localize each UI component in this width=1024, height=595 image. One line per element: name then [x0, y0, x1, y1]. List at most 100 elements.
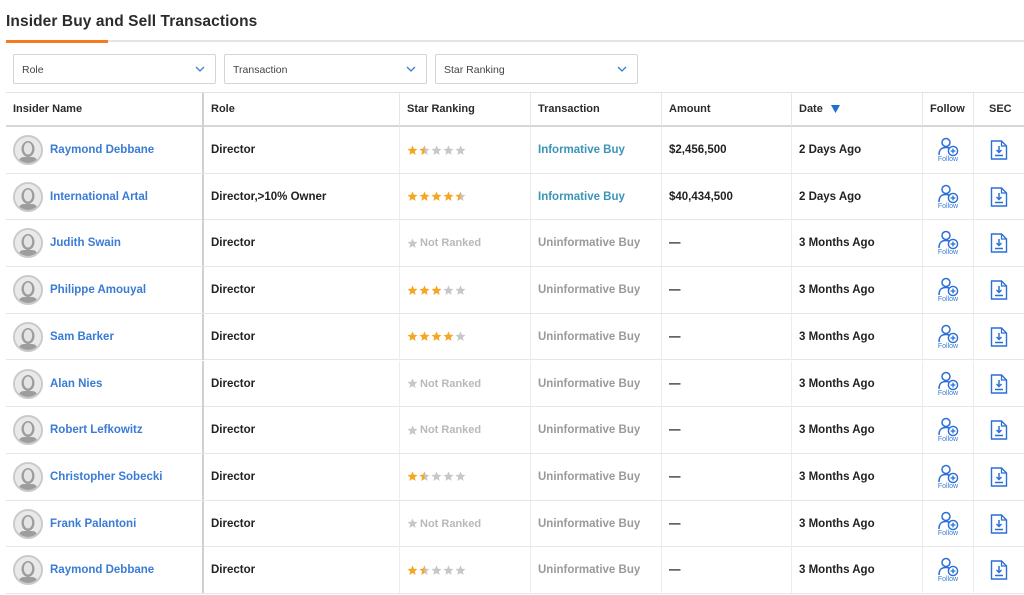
sec-filing-document-icon[interactable] — [990, 467, 1008, 487]
transaction-type-text: Uninformative Buy — [538, 377, 641, 390]
star-ranking-cell — [399, 267, 530, 314]
follow-button[interactable]: Follow — [937, 511, 959, 537]
sec-filing-document-icon[interactable] — [990, 280, 1008, 300]
follow-label: Follow — [937, 296, 959, 304]
role-cell: Director,>10% Owner — [202, 173, 399, 220]
not-ranked-indicator: Not Ranked — [407, 518, 481, 530]
follow-button[interactable]: Follow — [937, 371, 959, 397]
page-header: Insider Buy and Sell Transactions — [0, 0, 1024, 44]
follow-label: Follow — [937, 202, 959, 210]
column-header-insider-name[interactable]: Insider Name — [6, 93, 202, 126]
role-text: Director — [211, 237, 256, 250]
column-header-transaction[interactable]: Transaction — [530, 93, 661, 126]
star-ranking-cell — [399, 127, 530, 173]
amount-value: $2,456,500 — [669, 144, 727, 156]
insider-name-link[interactable]: Christopher Sobecki — [50, 471, 162, 483]
date-cell: 3 Months Ago — [791, 313, 922, 360]
date-cell: 3 Months Ago — [791, 360, 922, 407]
star-icon — [455, 471, 466, 482]
sort-down-triangle-icon[interactable] — [830, 105, 840, 114]
transaction-cell: Uninformative Buy — [530, 500, 661, 547]
date-value: 3 Months Ago — [799, 564, 875, 577]
follow-label: Follow — [937, 482, 959, 490]
title-divider — [6, 40, 1024, 42]
avatar — [13, 415, 43, 446]
person-placeholder-icon — [15, 183, 41, 210]
avatar — [13, 181, 43, 212]
follow-cell: Follow — [922, 220, 973, 267]
avatar — [13, 228, 43, 259]
role-text: Director — [211, 517, 256, 530]
sec-filing-document-icon[interactable] — [990, 560, 1008, 580]
date-cell: 3 Months Ago — [791, 547, 922, 594]
amount-cell: — — [661, 360, 791, 407]
star-icon — [431, 144, 442, 155]
column-header-role[interactable]: Role — [202, 93, 399, 126]
role-text: Director — [211, 330, 256, 343]
date-value: 3 Months Ago — [799, 284, 875, 297]
sec-filing-document-icon[interactable] — [990, 186, 1008, 207]
star-ranking-cell — [399, 173, 530, 220]
amount-value: — — [669, 377, 681, 390]
star-icon — [443, 331, 454, 342]
table-row: Frank Palantoni Director Not Ranked Uninfor… — [6, 500, 1024, 548]
role-cell: Director — [202, 407, 399, 454]
insider-name-link[interactable]: Frank Palantoni — [50, 518, 136, 530]
amount-cell: — — [661, 267, 791, 314]
star-rating — [407, 144, 467, 156]
sec-filing-document-icon[interactable] — [990, 140, 1008, 160]
role-cell: Director — [202, 313, 399, 360]
insider-name-link[interactable]: Alan Nies — [50, 378, 102, 390]
amount-cell: — — [661, 453, 791, 500]
insider-name-link[interactable]: Sam Barker — [50, 331, 114, 343]
sec-filing-document-icon[interactable] — [990, 327, 1008, 347]
amount-cell: $40,434,500 — [661, 173, 791, 220]
follow-button[interactable]: Follow — [937, 417, 959, 443]
insider-name-link[interactable]: Judith Swain — [50, 237, 121, 249]
transaction-cell: Uninformative Buy — [530, 267, 661, 314]
follow-button[interactable]: Follow — [937, 277, 959, 303]
sec-filing-document-icon[interactable] — [990, 233, 1008, 254]
follow-button[interactable]: Follow — [937, 324, 959, 350]
insider-name-link[interactable]: International Artal — [50, 191, 148, 203]
transaction-type-text: Uninformative Buy — [538, 284, 641, 297]
sec-filing-document-icon[interactable] — [990, 420, 1008, 440]
follow-button[interactable]: Follow — [937, 184, 959, 210]
insider-name-link[interactable]: Raymond Debbane — [50, 144, 154, 156]
star-icon — [431, 471, 442, 482]
person-placeholder-icon — [15, 323, 41, 350]
column-header-amount[interactable]: Amount — [661, 93, 791, 126]
insider-name-cell: Raymond Debbane — [6, 547, 202, 593]
follow-button[interactable]: Follow — [937, 230, 959, 256]
follow-button[interactable]: Follow — [937, 464, 959, 490]
follow-cell: Follow — [922, 500, 973, 547]
star-icon — [407, 471, 418, 482]
avatar — [13, 461, 43, 492]
sec-filing-document-icon[interactable] — [990, 373, 1008, 394]
insider-name-cell: Sam Barker — [6, 314, 202, 360]
date-value: 2 Days Ago — [799, 190, 862, 203]
column-header-star-ranking[interactable]: Star Ranking — [399, 93, 530, 126]
star-icon — [443, 565, 454, 575]
title-accent-bar — [6, 40, 108, 43]
amount-cell: — — [661, 407, 791, 454]
column-header-sec: SEC — [973, 93, 1024, 126]
follow-button[interactable]: Follow — [937, 557, 959, 583]
follow-button[interactable]: Follow — [937, 137, 959, 163]
chevron-down-icon — [195, 66, 205, 72]
insider-name-link[interactable]: Robert Lefkowitz — [50, 424, 143, 436]
insider-name-link[interactable]: Raymond Debbane — [50, 564, 154, 576]
sec-filing-document-icon[interactable] — [990, 513, 1008, 534]
star-icon — [407, 378, 418, 388]
star-icon — [455, 284, 466, 295]
column-header-date[interactable]: Date — [791, 93, 922, 126]
insider-name-link[interactable]: Philippe Amouyal — [50, 284, 146, 296]
follow-label: Follow — [937, 156, 959, 163]
transaction-cell: Informative Buy — [530, 127, 661, 173]
insider-name-cell: Christopher Sobecki — [6, 454, 202, 500]
insider-name-cell: Robert Lefkowitz — [6, 407, 202, 453]
avatar — [13, 321, 43, 352]
star-ranking-filter-dropdown[interactable]: Star Ranking — [435, 54, 638, 84]
role-filter-dropdown[interactable]: Role — [13, 54, 216, 84]
transaction-filter-dropdown[interactable]: Transaction — [224, 54, 427, 84]
